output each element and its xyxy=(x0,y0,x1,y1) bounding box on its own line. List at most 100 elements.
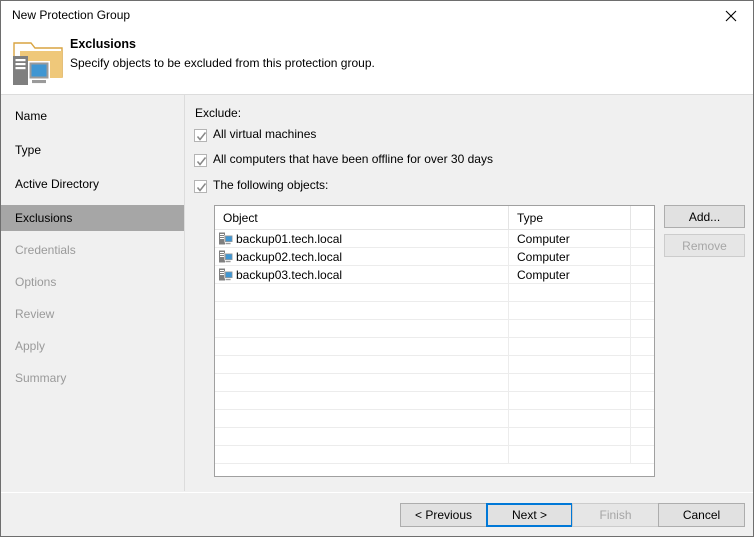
header-subtitle: Specify objects to be excluded from this… xyxy=(70,56,375,70)
cell-blank xyxy=(630,446,654,464)
footer: < Previous Next > Finish Cancel xyxy=(1,493,753,536)
sidebar-item-label: Exclusions xyxy=(15,211,73,225)
cell-type: Computer xyxy=(508,230,630,248)
sidebar-item-label: Summary xyxy=(15,371,67,385)
sidebar-item-label: Name xyxy=(15,109,48,123)
table-row-empty[interactable] xyxy=(215,410,654,428)
exclusions-grid[interactable]: Object Type backup01.tech.local Computer b… xyxy=(214,205,655,477)
close-icon xyxy=(725,10,737,22)
sidebar-item-credentials: Credentials xyxy=(1,237,184,263)
cell-type xyxy=(508,428,630,446)
sidebar-item-options: Options xyxy=(1,269,184,295)
cell-type xyxy=(508,284,630,302)
computer-icon xyxy=(219,268,236,282)
table-row[interactable]: backup01.tech.local Computer xyxy=(215,230,654,248)
cell-blank xyxy=(630,392,654,410)
sidebar-item-type[interactable]: Type xyxy=(1,137,184,163)
previous-button[interactable]: < Previous xyxy=(400,503,487,527)
sidebar-item-summary: Summary xyxy=(1,365,184,391)
sidebar-item-apply: Apply xyxy=(1,333,184,359)
sidebar-item-label: Options xyxy=(15,275,57,289)
cell-object xyxy=(215,302,508,320)
cell-blank xyxy=(630,428,654,446)
header-title: Exclusions xyxy=(70,37,136,51)
cell-blank xyxy=(630,230,654,248)
column-header-type[interactable]: Type xyxy=(508,206,630,230)
cell-blank xyxy=(630,374,654,392)
table-row-empty[interactable] xyxy=(215,356,654,374)
cell-object: backup01.tech.local xyxy=(215,230,508,248)
checkbox-1[interactable] xyxy=(194,154,207,167)
next-button[interactable]: Next > xyxy=(486,503,573,527)
cell-object: backup02.tech.local xyxy=(215,248,508,266)
sidebar-item-active-directory[interactable]: Active Directory xyxy=(1,171,184,197)
cell-type xyxy=(508,446,630,464)
object-name: backup01.tech.local xyxy=(236,232,343,246)
main-panel: Exclude: All virtual machines All compute… xyxy=(185,95,753,492)
checkbox-row-2[interactable]: The following objects: xyxy=(194,179,328,193)
table-row[interactable]: backup03.tech.local Computer xyxy=(215,266,654,284)
titlebar: New Protection Group xyxy=(1,1,753,31)
cancel-button[interactable]: Cancel xyxy=(658,503,745,527)
cell-type xyxy=(508,374,630,392)
close-button[interactable] xyxy=(708,1,753,31)
table-row-empty[interactable] xyxy=(215,446,654,464)
add-button[interactable]: Add... xyxy=(664,205,745,228)
cell-type xyxy=(508,320,630,338)
cell-type xyxy=(508,356,630,374)
sidebar-item-name[interactable]: Name xyxy=(1,103,184,129)
cell-object xyxy=(215,428,508,446)
column-header-blank[interactable] xyxy=(630,206,654,230)
column-header-object[interactable]: Object xyxy=(215,206,508,230)
table-row-empty[interactable] xyxy=(215,338,654,356)
table-row-empty[interactable] xyxy=(215,302,654,320)
grid-header-row: Object Type xyxy=(215,206,654,230)
table-row-empty[interactable] xyxy=(215,392,654,410)
checkbox-label: The following objects: xyxy=(213,178,329,192)
table-row[interactable]: backup02.tech.local Computer xyxy=(215,248,654,266)
cell-blank xyxy=(630,338,654,356)
table-row-empty[interactable] xyxy=(215,374,654,392)
grid-body: backup01.tech.local Computer backup02.tech… xyxy=(215,230,654,464)
checkbox-row-0[interactable]: All virtual machines xyxy=(194,128,316,142)
checkbox-row-1[interactable]: All computers that have been offline for… xyxy=(194,153,493,167)
cell-object xyxy=(215,320,508,338)
cell-object xyxy=(215,392,508,410)
new-protection-group-dialog: New Protection Group Exclusions Specify … xyxy=(0,0,754,537)
cell-type xyxy=(508,410,630,428)
cell-blank xyxy=(630,410,654,428)
cell-object xyxy=(215,284,508,302)
checkbox-label: All virtual machines xyxy=(213,127,317,141)
protection-group-folder-icon xyxy=(11,37,67,89)
cell-type xyxy=(508,302,630,320)
checkbox-label: All computers that have been offline for… xyxy=(213,152,493,166)
cell-blank xyxy=(630,266,654,284)
computer-icon xyxy=(219,232,236,246)
wizard-step-list: Name Type Active Directory Exclusions Creden… xyxy=(1,95,184,492)
table-row-empty[interactable] xyxy=(215,320,654,338)
object-name: backup03.tech.local xyxy=(236,268,343,282)
sidebar-item-label: Apply xyxy=(15,339,46,353)
cell-object xyxy=(215,446,508,464)
checkbox-0[interactable] xyxy=(194,129,207,142)
sidebar-item-label: Review xyxy=(15,307,55,321)
table-row-empty[interactable] xyxy=(215,284,654,302)
cell-type xyxy=(508,338,630,356)
computer-icon xyxy=(219,250,236,264)
cell-type xyxy=(508,392,630,410)
window-title: New Protection Group xyxy=(12,8,131,22)
cell-blank xyxy=(630,320,654,338)
object-name: backup02.tech.local xyxy=(236,250,343,264)
cell-object: backup03.tech.local xyxy=(215,266,508,284)
exclude-label: Exclude: xyxy=(195,106,242,120)
cell-object xyxy=(215,356,508,374)
sidebar-item-label: Credentials xyxy=(15,243,76,257)
cell-blank xyxy=(630,284,654,302)
checkbox-2[interactable] xyxy=(194,180,207,193)
sidebar-item-label: Active Directory xyxy=(15,177,100,191)
table-row-empty[interactable] xyxy=(215,428,654,446)
finish-button: Finish xyxy=(572,503,659,527)
cell-type: Computer xyxy=(508,266,630,284)
cell-type: Computer xyxy=(508,248,630,266)
sidebar-item-exclusions[interactable]: Exclusions xyxy=(1,205,184,231)
